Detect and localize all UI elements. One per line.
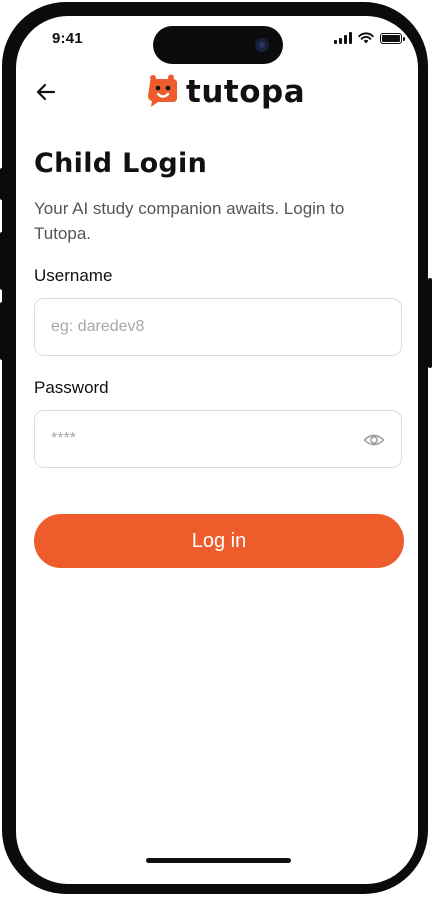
status-time: 9:41 [52,30,83,47]
camera-icon [255,38,269,52]
password-input[interactable] [35,411,401,467]
password-field-container [34,410,402,468]
page-subtitle: Your AI study companion awaits. Login to… [34,199,345,243]
brand-logo: tutopa [144,74,305,110]
phone-frame: 9:41 tutopa Child Login Your AI study co… [2,2,428,894]
back-arrow-icon[interactable] [34,80,58,104]
signal-icon [334,32,352,44]
wifi-icon [358,32,374,44]
side-button-volume-up [0,232,4,290]
status-icons [334,32,405,44]
mascot-logo-icon [148,74,177,107]
password-label: Password [34,378,109,397]
app-screen: 9:41 tutopa Child Login Your AI study co… [16,16,418,884]
username-label: Username [34,266,113,285]
side-button-power [428,278,432,368]
side-button-action [0,168,4,200]
home-indicator [146,858,291,863]
battery-icon [380,32,405,44]
username-field-container [34,298,402,356]
dynamic-island [153,26,283,64]
side-button-volume-down [0,302,4,360]
page-title: Child Login [34,148,208,179]
username-input[interactable] [35,299,401,355]
eye-icon[interactable] [363,429,385,451]
login-button[interactable]: Log in [34,514,404,568]
brand-name: tutopa [186,74,306,110]
